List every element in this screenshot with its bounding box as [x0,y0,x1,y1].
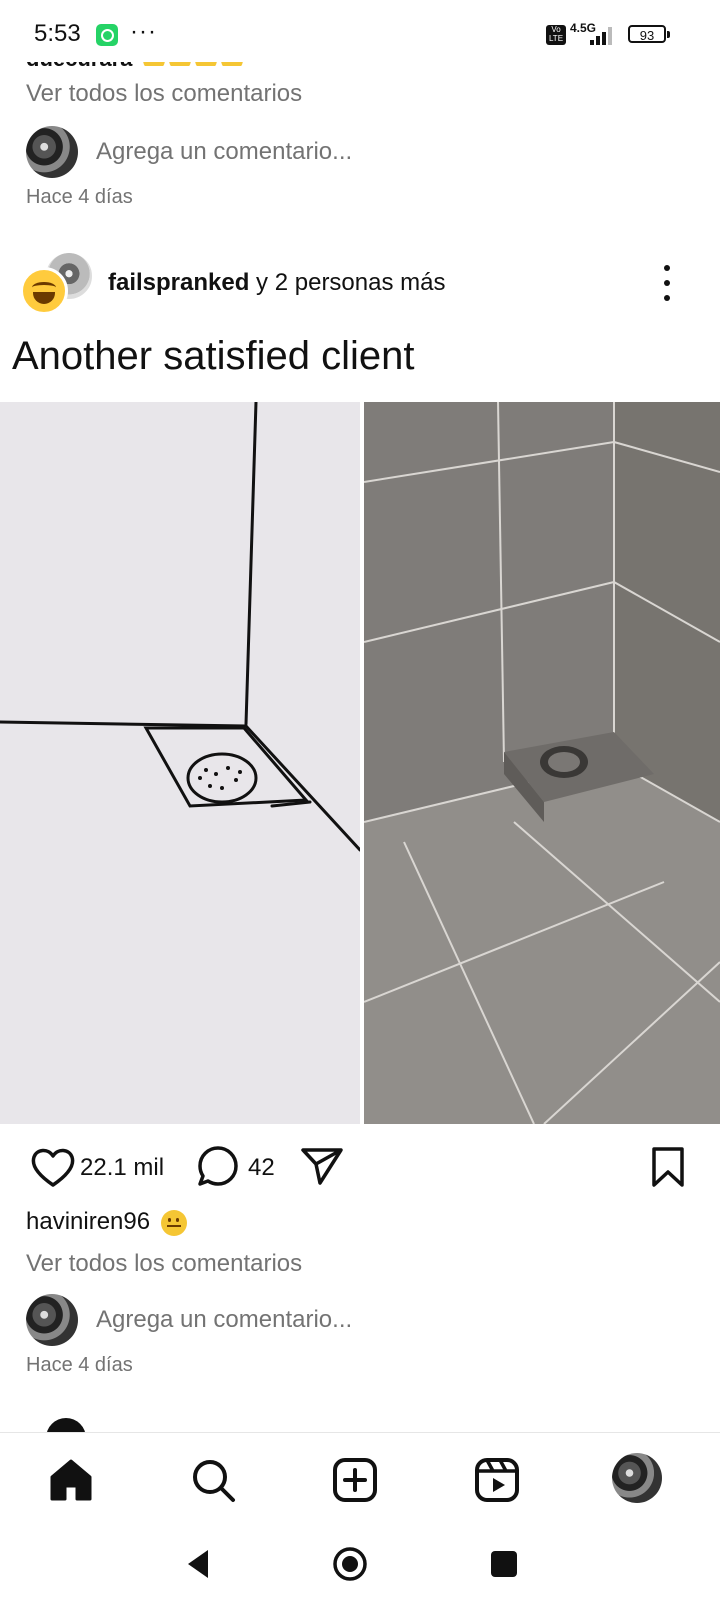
liker-username[interactable]: haviniren96 [26,1208,150,1235]
liked-by-line[interactable]: haviniren96 [26,1208,187,1236]
paper-plane-icon[interactable] [300,1146,344,1186]
more-notifications-icon: ··· [130,18,157,45]
home-circle-icon[interactable] [332,1546,368,1582]
photo-panel [364,402,720,1124]
add-comment-field[interactable]: Agrega un comentario... [96,1306,352,1334]
avatar [26,1294,78,1346]
post-image-caption-area: Another satisfied client [0,318,720,402]
add-comment-field[interactable]: Agrega un comentario... [96,138,352,166]
signal-strength-icon [590,27,616,45]
system-navigation-bar [0,1528,720,1600]
search-icon[interactable] [188,1455,238,1505]
more-options-icon[interactable] [664,265,670,301]
post-header: failspranked y 2 personas más [0,245,720,315]
post-timestamp: Hace 4 días [26,186,133,208]
volte-icon: Vo LTE [546,25,566,45]
comments-count[interactable]: 42 [248,1154,275,1182]
heart-icon[interactable] [30,1146,76,1188]
profile-avatar[interactable] [612,1453,662,1503]
back-icon[interactable] [182,1546,218,1582]
laughing-emoji-avatar[interactable] [20,267,68,315]
recents-icon[interactable] [486,1546,522,1582]
status-bar: 5:53 ··· Vo LTE 4.5G 93 [0,0,720,62]
post-timestamp: Hace 4 días [26,1354,133,1376]
view-all-comments-link[interactable]: Ver todos los comentarios [26,1250,302,1278]
view-all-comments-link[interactable]: Ver todos los comentarios [26,80,302,108]
post-actions: 22.1 mil 42 [0,1140,720,1200]
home-icon[interactable] [46,1455,96,1505]
bottom-navigation [0,1432,720,1529]
post-author[interactable]: failspranked y 2 personas más [108,269,445,297]
bookmark-icon[interactable] [650,1146,686,1188]
reels-icon[interactable] [472,1455,522,1505]
battery-indicator: 93 [628,25,670,43]
status-time: 5:53 [34,20,81,47]
avatar [26,126,78,178]
post-image[interactable] [0,400,720,1124]
neutral-face-emoji-icon [160,1209,187,1236]
create-icon[interactable] [330,1455,380,1505]
drawing-panel [0,400,362,1124]
post-image-caption: Another satisfied client [12,334,415,378]
comment-bubble-icon[interactable] [196,1144,240,1188]
likes-count[interactable]: 22.1 mil [80,1154,164,1182]
whatsapp-notification-icon [96,24,118,46]
